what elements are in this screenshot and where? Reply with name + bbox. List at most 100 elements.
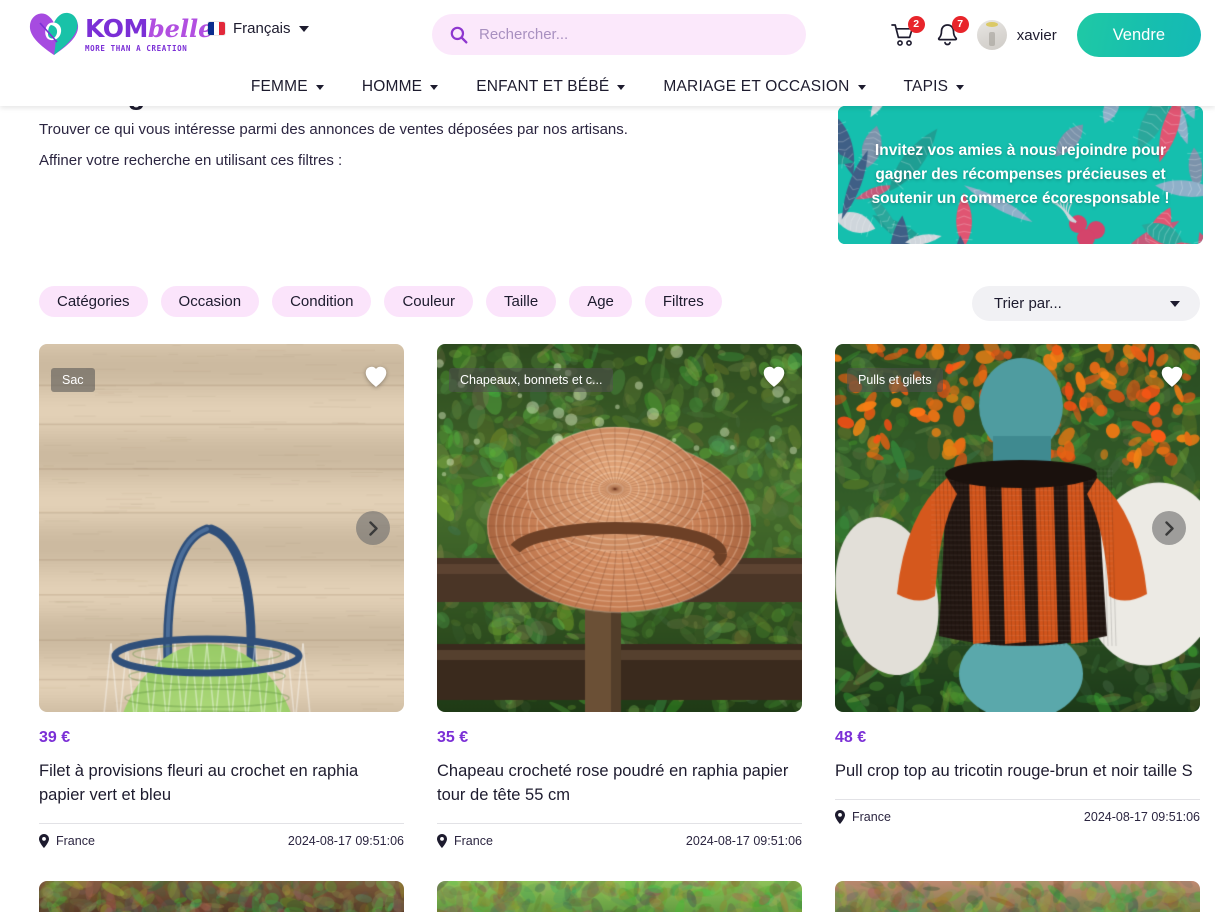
language-label: Français (233, 20, 291, 37)
location-pin-icon (437, 834, 447, 848)
product-photo-next-2 (437, 881, 802, 912)
filter-chip-couleur[interactable]: Couleur (384, 286, 473, 317)
chevron-down-icon (956, 85, 964, 90)
filter-chip-age[interactable]: Age (569, 286, 632, 317)
product-category-tag: Pulls et gilets (847, 368, 943, 392)
product-meta: France 2024-08-17 09:51:06 (835, 799, 1200, 824)
product-price: 39 € (39, 729, 404, 747)
nav-item-femme[interactable]: FEMME (251, 78, 324, 96)
heart-icon[interactable] (1159, 364, 1185, 393)
filter-chip-categories[interactable]: Catégories (39, 286, 148, 317)
product-card[interactable] (835, 881, 1200, 912)
page-root: Catalogue Trouver ce qui vous intéresse … (0, 0, 1215, 912)
product-photo-hat (437, 344, 802, 712)
referral-promo-banner[interactable]: Invitez vos amies à nous rejoindre pour … (838, 106, 1203, 244)
product-card[interactable]: Sac 39 € Filet à provisions fleuri au cr… (39, 344, 404, 848)
product-meta: France 2024-08-17 09:51:06 (437, 823, 802, 848)
notifications-badge: 7 (952, 16, 969, 33)
product-card[interactable]: Chapeaux, bonnets et c... 35 € Chapeau c… (437, 344, 802, 848)
chevron-down-icon (617, 85, 625, 90)
search-icon (450, 26, 468, 44)
product-location: France (437, 834, 493, 848)
product-price: 48 € (835, 729, 1200, 747)
product-image[interactable]: Chapeaux, bonnets et c... (437, 344, 802, 712)
filter-chip-occasion[interactable]: Occasion (161, 286, 260, 317)
search-bar[interactable] (432, 14, 806, 55)
product-card[interactable] (39, 881, 404, 912)
sort-by-label: Trier par... (994, 295, 1062, 312)
logo-kom-text: KOM (85, 14, 148, 43)
product-title: Chapeau crocheté rose poudré en raphia p… (437, 759, 802, 807)
nav-item-mariage-et-occasion[interactable]: MARIAGE ET OCCASION (663, 78, 865, 96)
product-date: 2024-08-17 09:51:06 (288, 834, 404, 848)
logo-wordmark: KOMbelle MORE THAN A CREATION (85, 16, 213, 53)
heart-icon[interactable] (363, 364, 389, 393)
header-actions: 2 7 xavier Vendre (889, 12, 1201, 58)
product-image[interactable]: Pulls et gilets (835, 344, 1200, 712)
logo-tagline: MORE THAN A CREATION (85, 44, 213, 53)
product-photo-bag (39, 344, 404, 712)
nav-label: TAPIS (904, 78, 949, 96)
product-image[interactable] (437, 881, 802, 912)
nav-label: ENFANT ET BÉBÉ (476, 78, 609, 96)
language-selector[interactable]: Français (208, 20, 309, 37)
product-title: Pull crop top au tricotin rouge-brun et … (835, 759, 1200, 783)
cart-badge: 2 (908, 16, 925, 33)
chevron-down-icon (1170, 301, 1180, 307)
product-photo-next-1 (39, 881, 404, 912)
cart-button[interactable]: 2 (889, 20, 919, 50)
search-input[interactable] (479, 26, 788, 43)
intro-line-2: Affiner votre recherche en utilisant ces… (39, 147, 739, 174)
main-nav: FEMME HOMME ENFANT ET BÉBÉ MARIAGE ET OC… (0, 68, 1215, 106)
product-price: 35 € (437, 729, 802, 747)
product-image[interactable] (39, 881, 404, 912)
logo-belle-text: belle (148, 14, 214, 43)
site-header: KOMbelle MORE THAN A CREATION Français R… (0, 0, 1215, 106)
product-image[interactable]: Sac (39, 344, 404, 712)
product-location-label: France (852, 810, 891, 824)
product-location: France (39, 834, 95, 848)
product-title: Filet à provisions fleuri au crochet en … (39, 759, 404, 807)
product-location-label: France (454, 834, 493, 848)
notifications-button[interactable]: 7 (933, 20, 963, 50)
heart-icon[interactable] (761, 364, 787, 393)
product-location: France (835, 810, 891, 824)
nav-label: HOMME (362, 78, 422, 96)
nav-label: FEMME (251, 78, 308, 96)
filter-chip-taille[interactable]: Taille (486, 286, 556, 317)
product-date: 2024-08-17 09:51:06 (686, 834, 802, 848)
sell-button[interactable]: Vendre (1077, 13, 1201, 57)
product-card[interactable] (437, 881, 802, 912)
filter-chip-filtres[interactable]: Filtres (645, 286, 722, 317)
intro-line-1: Trouver ce qui vous intéresse parmi des … (39, 116, 739, 143)
site-logo[interactable]: KOMbelle MORE THAN A CREATION (26, 6, 213, 62)
nav-item-enfant-et-bebe[interactable]: ENFANT ET BÉBÉ (476, 78, 625, 96)
sort-by-dropdown[interactable]: Trier par... (972, 286, 1200, 321)
product-card[interactable]: Pulls et gilets 48 € Pull crop top au tr… (835, 344, 1200, 848)
header-top-bar: KOMbelle MORE THAN A CREATION Français R… (0, 0, 1215, 68)
product-date: 2024-08-17 09:51:06 (1084, 810, 1200, 824)
filter-chip-condition[interactable]: Condition (272, 286, 371, 317)
filter-chip-bar: Catégories Occasion Condition Couleur Ta… (39, 286, 722, 317)
nav-item-homme[interactable]: HOMME (362, 78, 438, 96)
location-pin-icon (835, 810, 845, 824)
nav-label: MARIAGE ET OCCASION (663, 78, 849, 96)
product-category-tag: Chapeaux, bonnets et c... (449, 368, 613, 392)
product-meta: France 2024-08-17 09:51:06 (39, 823, 404, 848)
chevron-down-icon (858, 85, 866, 90)
location-pin-icon (39, 834, 49, 848)
chevron-down-icon (430, 85, 438, 90)
product-category-tag: Sac (51, 368, 95, 392)
nav-item-tapis[interactable]: TAPIS (904, 78, 965, 96)
product-image[interactable] (835, 881, 1200, 912)
next-image-button[interactable] (356, 511, 390, 545)
product-location-label: France (56, 834, 95, 848)
chevron-down-icon (316, 85, 324, 90)
product-photo-next-3 (835, 881, 1200, 912)
next-image-button[interactable] (1152, 511, 1186, 545)
avatar[interactable] (977, 20, 1007, 50)
username-label[interactable]: xavier (1017, 27, 1057, 44)
promo-text: Invitez vos amies à nous rejoindre pour … (838, 106, 1203, 244)
chevron-down-icon (299, 26, 309, 32)
product-photo-sweater (835, 344, 1200, 712)
